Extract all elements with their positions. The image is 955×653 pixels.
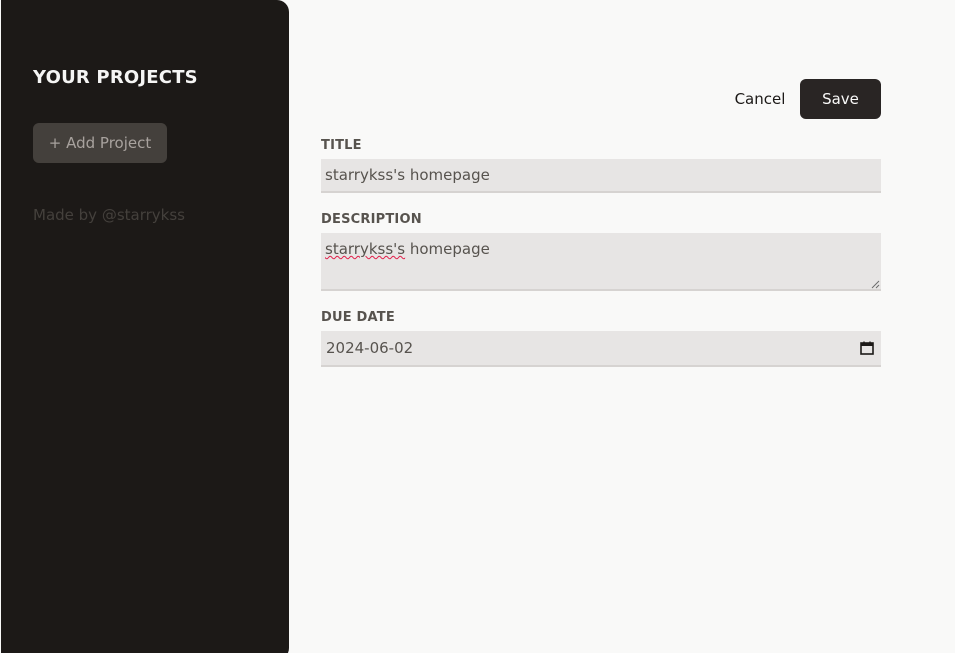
resize-handle-icon[interactable]	[871, 280, 880, 289]
save-button[interactable]: Save	[800, 79, 881, 119]
description-text-rest: homepage	[405, 240, 490, 258]
calendar-icon[interactable]	[860, 341, 874, 355]
credit-text: Made by @starrykss	[33, 206, 185, 224]
due-date-input[interactable]: 2024-06-02	[321, 331, 881, 367]
title-input[interactable]: starrykss's homepage	[321, 159, 881, 193]
description-label: DESCRIPTION	[321, 212, 422, 227]
add-project-button[interactable]: + Add Project	[33, 123, 167, 163]
app-root: YOUR PROJECTS + Add Project Made by @sta…	[0, 0, 955, 653]
description-textarea[interactable]: starrykss's homepage	[321, 233, 881, 291]
cancel-button[interactable]: Cancel	[722, 84, 798, 114]
spellcheck-word: starrykss's	[325, 240, 406, 258]
sidebar-title: YOUR PROJECTS	[33, 67, 198, 88]
title-label: TITLE	[321, 138, 362, 153]
sidebar: YOUR PROJECTS + Add Project Made by @sta…	[1, 0, 289, 653]
due-date-label: DUE DATE	[321, 310, 395, 325]
